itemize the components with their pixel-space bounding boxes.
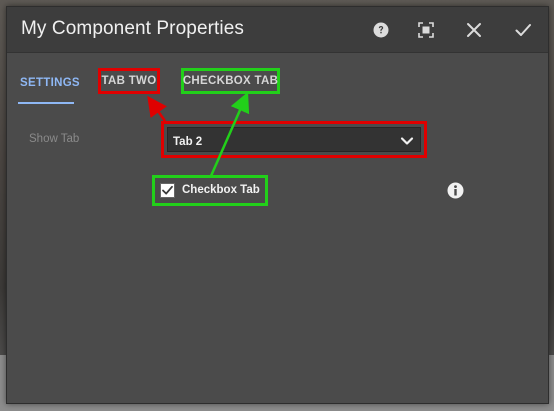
show-tab-select[interactable]: Tab 2 bbox=[167, 127, 421, 152]
show-tab-select-value: Tab 2 bbox=[173, 136, 203, 148]
checkmark-icon bbox=[162, 185, 173, 195]
close-icon bbox=[467, 23, 481, 37]
tab-two[interactable]: TAB TWO bbox=[98, 68, 160, 94]
checkbox-tab-checkbox[interactable] bbox=[160, 183, 175, 198]
help-button[interactable] bbox=[367, 16, 395, 44]
tab-checkbox-label: CHECKBOX TAB bbox=[182, 75, 279, 87]
dialog-header: My Component Properties bbox=[7, 7, 548, 53]
component-properties-dialog: My Component Properties SETTINGS TAB TWO… bbox=[6, 6, 549, 404]
info-icon[interactable] bbox=[447, 182, 464, 199]
done-button[interactable] bbox=[509, 16, 537, 44]
tab-checkbox[interactable]: CHECKBOX TAB bbox=[181, 68, 280, 94]
checkmark-icon bbox=[515, 24, 531, 36]
show-tab-select-highlight: Tab 2 bbox=[161, 121, 427, 158]
show-tab-label: Show Tab bbox=[29, 133, 80, 145]
active-tab-indicator bbox=[18, 102, 74, 104]
fullscreen-icon bbox=[418, 22, 434, 38]
checkbox-tab-label: Checkbox Tab bbox=[182, 184, 260, 196]
chevron-down-icon bbox=[400, 137, 414, 145]
close-button[interactable] bbox=[460, 16, 488, 44]
tab-settings[interactable]: SETTINGS bbox=[20, 77, 80, 89]
fullscreen-button[interactable] bbox=[412, 16, 440, 44]
dialog-title: My Component Properties bbox=[21, 18, 245, 39]
tab-two-label: TAB TWO bbox=[101, 75, 157, 87]
checkbox-highlight: Checkbox Tab bbox=[152, 175, 268, 206]
tab-bar: SETTINGS TAB TWO CHECKBOX TAB bbox=[7, 53, 548, 104]
help-circle-icon bbox=[373, 22, 389, 38]
